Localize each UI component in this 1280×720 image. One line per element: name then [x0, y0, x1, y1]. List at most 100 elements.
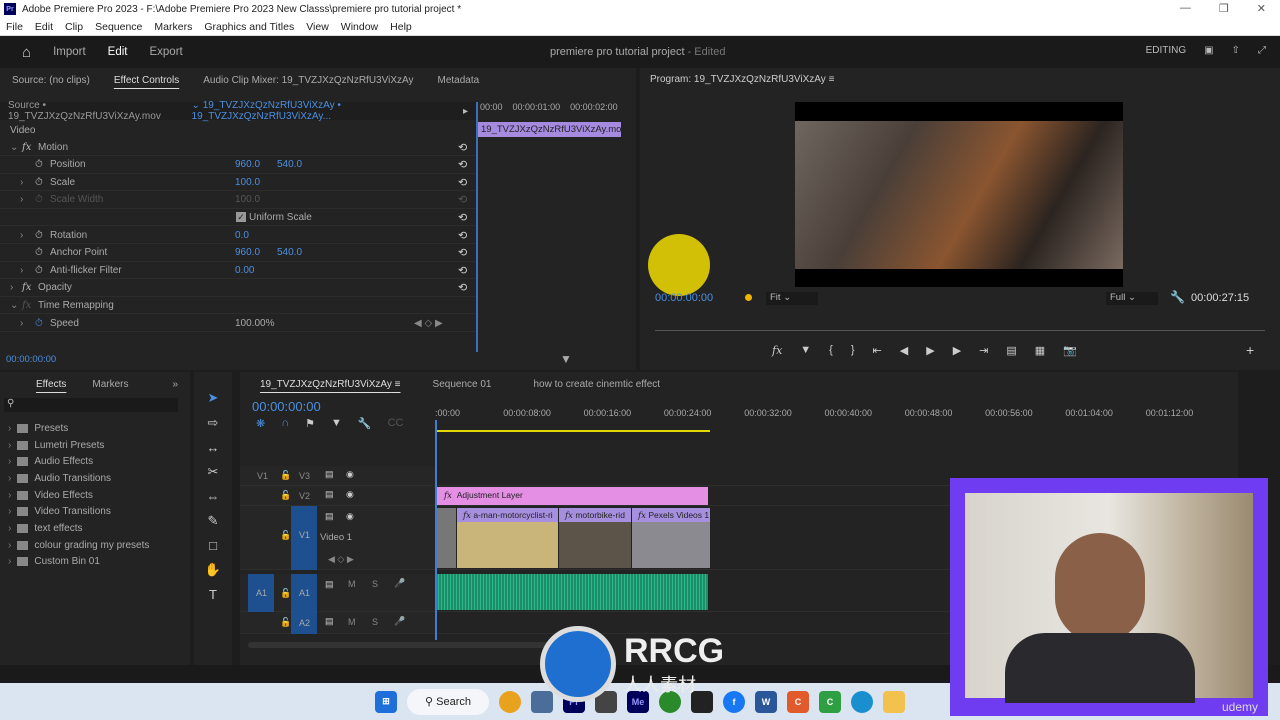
menu-graphics[interactable]: Graphics and Titles — [204, 21, 294, 33]
track-label-a2[interactable]: A2 — [299, 618, 310, 628]
effect-row[interactable]: ⏱ Anchor Point 960.0 540.0 ⟲ — [0, 245, 476, 262]
app-c-icon[interactable]: C — [787, 690, 809, 713]
video-clip[interactable]: fx motorbike-rid — [559, 508, 631, 568]
program-scrubber[interactable] — [655, 330, 1265, 331]
stopwatch-icon[interactable]: ⏱ — [35, 318, 43, 329]
reset-icon[interactable]: ⟲ — [458, 229, 467, 242]
fit-dropdown[interactable]: Fit ⌄ — [766, 292, 818, 305]
expand-chevron-icon[interactable]: › — [20, 194, 23, 205]
timeline-zoom-scrollbar[interactable] — [248, 642, 548, 648]
menu-edit[interactable]: Edit — [35, 21, 53, 33]
nav-import[interactable]: Import — [53, 46, 86, 58]
effect-value[interactable]: 0.00 — [235, 265, 254, 276]
effect-value-2[interactable]: 540.0 — [277, 159, 302, 170]
expand-chevron-icon[interactable]: › — [8, 490, 11, 501]
tab-effect-controls[interactable]: Effect Controls — [102, 75, 191, 86]
fx-icon[interactable]: fx — [22, 142, 31, 153]
eye-icon[interactable]: ◉ — [346, 489, 354, 500]
reset-icon[interactable]: ⟲ — [458, 281, 467, 294]
slip-tool-icon[interactable]: ⇔ — [207, 489, 220, 504]
voiceover-mic-icon[interactable]: 🎤 — [394, 578, 405, 589]
chrome-icon[interactable] — [499, 690, 521, 713]
rectangle-tool-icon[interactable]: □ — [209, 538, 217, 553]
audio-clip[interactable] — [436, 574, 708, 610]
go-to-out-icon[interactable]: ⇥ — [979, 344, 988, 357]
mute-button[interactable]: M — [348, 579, 356, 589]
mark-out-icon[interactable]: } — [851, 344, 855, 357]
file-explorer-icon[interactable] — [883, 690, 905, 713]
effect-row[interactable]: ⏱ › Anti-flicker Filter 0.00 ⟲ — [0, 262, 476, 280]
effect-row[interactable]: ⏱ › Scale 100.0 ⟲ — [0, 174, 476, 192]
source-patch-v1[interactable]: V1 — [257, 471, 268, 481]
stopwatch-icon[interactable]: ⏱ — [35, 247, 43, 258]
nav-edit[interactable]: Edit — [108, 46, 128, 58]
pen-tool-icon[interactable]: ✎ — [208, 513, 219, 529]
filter-icon[interactable]: ▼ — [560, 352, 572, 366]
solo-button[interactable]: S — [372, 579, 378, 589]
tab-effects[interactable]: Effects — [0, 379, 78, 390]
word-icon[interactable]: W — [755, 690, 777, 713]
effects-bin-item[interactable]: › Presets — [8, 420, 149, 437]
effects-bin-item[interactable]: › Audio Transitions — [8, 470, 149, 487]
close-button[interactable]: ✕ — [1257, 2, 1266, 15]
uniform-scale-checkbox[interactable]: ✓ — [236, 212, 246, 223]
reset-icon[interactable]: ⟲ — [458, 176, 467, 189]
tab-sequence-01[interactable]: Sequence 01 — [413, 379, 504, 390]
tab-source[interactable]: Source: (no clips) — [0, 75, 102, 86]
reset-icon[interactable]: ⟲ — [458, 246, 467, 259]
lock-icon[interactable]: 🔓 — [280, 470, 291, 481]
tab-markers[interactable]: Markers — [78, 379, 140, 390]
expand-chevron-icon[interactable]: › — [8, 556, 11, 567]
ec-timecode[interactable]: 00:00:00:00 — [6, 354, 56, 365]
expand-chevron-icon[interactable]: › — [8, 540, 11, 551]
fx-icon[interactable]: fx — [22, 282, 31, 293]
captions-icon[interactable]: CC — [388, 417, 404, 430]
track-label-v1[interactable]: V1 — [299, 530, 310, 540]
track-label-v2[interactable]: V2 — [299, 491, 310, 501]
play-icon[interactable]: ▸ — [463, 106, 468, 117]
menu-sequence[interactable]: Sequence — [95, 21, 142, 33]
expand-chevron-icon[interactable]: › — [8, 506, 11, 517]
search-button[interactable]: ⚲ Search — [407, 688, 489, 715]
track-select-tool-icon[interactable]: ⇨ — [208, 415, 219, 431]
mute-button[interactable]: M — [348, 617, 356, 627]
expand-chevron-icon[interactable]: › — [10, 282, 13, 293]
stopwatch-icon[interactable]: ⏱ — [35, 194, 43, 205]
extract-icon[interactable]: ▦ — [1035, 344, 1045, 357]
ec-playhead[interactable] — [476, 102, 478, 352]
video-clip[interactable] — [436, 508, 456, 568]
more-panels-icon[interactable]: » — [160, 379, 190, 390]
effects-bin-item[interactable]: › Lumetri Presets — [8, 437, 149, 454]
video-clip[interactable]: fx a-man-motorcyclist-ri — [457, 508, 558, 568]
edge-icon[interactable] — [851, 690, 873, 713]
effect-row[interactable]: ⏱ Position 960.0 540.0 ⟲ — [0, 157, 476, 174]
menu-clip[interactable]: Clip — [65, 21, 83, 33]
hand-tool-icon[interactable]: ✋ — [205, 562, 221, 578]
expand-chevron-icon[interactable]: › — [20, 265, 23, 276]
workspace-label[interactable]: EDITING — [1146, 45, 1187, 56]
stopwatch-icon[interactable]: ⏱ — [35, 177, 43, 188]
keyframe-nav-icon[interactable]: ◀ ◇ ▶ — [414, 318, 443, 329]
effect-row[interactable]: › fx Opacity ⟲ — [0, 280, 476, 297]
effects-bin-item[interactable]: › Video Transitions — [8, 503, 149, 520]
go-to-in-icon[interactable]: ⇤ — [873, 344, 882, 357]
share-icon[interactable]: ⇧ — [1232, 45, 1240, 56]
play-button-icon[interactable]: ▶ — [926, 344, 934, 357]
video-preview[interactable] — [795, 102, 1123, 287]
voiceover-mic-icon[interactable]: 🎤 — [394, 616, 405, 627]
effect-value[interactable]: 100.0 — [235, 177, 260, 188]
lock-icon[interactable]: 🔓 — [280, 490, 291, 501]
button-editor-icon[interactable]: + — [1246, 342, 1254, 358]
selection-tool-icon[interactable]: ➤ — [208, 390, 219, 406]
expand-chevron-icon[interactable]: › — [20, 230, 23, 241]
effect-row[interactable]: ✓ Uniform Scale ⟲ — [0, 209, 476, 227]
expand-chevron-icon[interactable]: › — [20, 177, 23, 188]
step-forward-icon[interactable]: ▶ — [953, 344, 961, 357]
add-marker-icon[interactable]: ▼ — [800, 344, 811, 357]
expand-chevron-icon[interactable]: › — [8, 473, 11, 484]
fx-toggle-icon[interactable]: fx — [772, 344, 782, 357]
step-back-icon[interactable]: ◀ — [900, 344, 908, 357]
effect-value[interactable]: 100.0 — [235, 194, 260, 205]
effect-value[interactable]: 0.0 — [235, 230, 249, 241]
timeline-playhead[interactable] — [435, 420, 437, 640]
